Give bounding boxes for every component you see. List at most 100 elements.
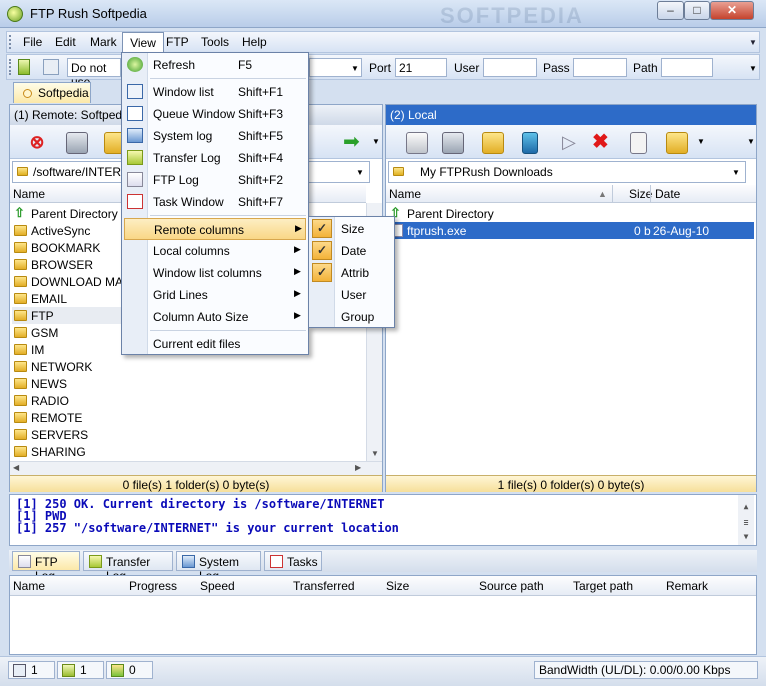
column-divider[interactable] (650, 185, 651, 203)
column-remark[interactable]: Remark (666, 579, 708, 593)
folder-icon (14, 225, 27, 236)
table-row[interactable]: ftprush.exe 0 b 26-Aug-10 13:35:02 (388, 222, 754, 252)
menu-item-current-edit-files[interactable]: Current edit files (124, 333, 306, 355)
folder-up-icon[interactable] (482, 132, 504, 154)
list-item[interactable]: SERVERS (12, 426, 364, 443)
play-icon[interactable]: ▷ (562, 132, 584, 154)
column-transferred[interactable]: Transferred (293, 579, 355, 593)
chevron-down-icon[interactable]: ▼ (372, 137, 380, 146)
menu-item-remote-columns[interactable]: Remote columns ▶ (124, 218, 306, 240)
list-item[interactable]: NEWS (12, 375, 364, 392)
ftp-log-output[interactable]: [1] 250 OK. Current directory is /softwa… (9, 494, 757, 546)
tab-ftp-log[interactable]: FTP Log (12, 551, 80, 583)
column-size[interactable]: Size (386, 579, 409, 593)
chevron-down-icon[interactable]: ▼ (697, 137, 705, 146)
log-scrollbar[interactable]: ▲ ≡ ▼ (738, 495, 754, 545)
menu-view[interactable]: View (122, 32, 164, 53)
server-icon[interactable] (66, 132, 88, 154)
scroll-thumb-icon[interactable]: ≡ (738, 517, 754, 529)
submenu-item-size[interactable]: ✓ Size (311, 218, 393, 240)
maximize-button[interactable]: □ (684, 1, 710, 20)
menu-item-queue-window[interactable]: Queue Window Shift+F3 (124, 103, 306, 125)
menu-item-system-log[interactable]: System log Shift+F5 (124, 125, 306, 147)
grip-handle[interactable] (9, 59, 12, 75)
menu-item-grid-lines[interactable]: Grid Lines ▶ (124, 284, 306, 306)
menu-mark[interactable]: Mark (90, 35, 117, 49)
port-input[interactable]: 21 (395, 58, 447, 77)
refresh-icon (127, 57, 143, 72)
copy-icon[interactable] (630, 132, 647, 154)
tab-softpedia[interactable]: Softpedia (13, 82, 91, 103)
list-item[interactable]: REMOTE (12, 409, 364, 426)
menu-item-window-list[interactable]: Window list Shift+F1 (124, 81, 306, 103)
menu-item-task-window[interactable]: Task Window Shift+F7 (124, 191, 306, 213)
item-name: Parent Directory (407, 207, 494, 221)
menu-tools[interactable]: Tools (201, 35, 229, 49)
close-button[interactable]: ✕ (710, 1, 754, 20)
minimize-button[interactable]: – (657, 1, 684, 20)
submenu-item-date[interactable]: ✓ Date (311, 240, 393, 262)
submenu-item-attrib[interactable]: ✓ Attrib (311, 262, 393, 284)
scroll-right-icon[interactable]: ▶ (355, 463, 361, 472)
scroll-down-icon[interactable]: ▼ (738, 531, 754, 543)
chevron-down-icon[interactable]: ▼ (351, 64, 359, 73)
tab-transfer-log[interactable]: Transfer Log (83, 551, 173, 583)
list-item[interactable]: SHARING (12, 443, 364, 460)
grip-handle[interactable] (9, 35, 12, 49)
menu-item-window-list-columns[interactable]: Window list columns ▶ (124, 262, 306, 284)
column-date[interactable]: Date (655, 187, 680, 201)
folder-icon (14, 259, 27, 270)
connect-icon[interactable] (18, 59, 30, 75)
transfer-arrow-icon[interactable]: ➡ (343, 132, 365, 154)
folder-check-icon[interactable] (666, 132, 688, 154)
scroll-left-icon[interactable]: ◀ (13, 463, 19, 472)
column-size[interactable]: Size (629, 187, 652, 201)
user-input[interactable] (483, 58, 537, 77)
chevron-down-icon[interactable]: ▼ (747, 137, 755, 146)
tab-system-log[interactable]: System Log (176, 551, 261, 583)
list-item[interactable]: ⇧ Parent Directory (388, 205, 754, 222)
local-toolbar: ▷ ✖ ▼ ▼ (386, 125, 756, 159)
proxy-select[interactable]: Do not use (67, 58, 121, 89)
scroll-down-icon[interactable]: ▼ (371, 449, 379, 458)
menu-ftp[interactable]: FTP (166, 35, 189, 49)
submenu-item-group[interactable]: Group (311, 306, 393, 328)
computer-icon[interactable] (442, 132, 464, 154)
path-input[interactable] (661, 58, 713, 77)
column-speed[interactable]: Speed (200, 579, 235, 593)
menu-file[interactable]: File (23, 35, 42, 49)
list-item[interactable]: NETWORK (12, 358, 364, 375)
submenu-item-user[interactable]: User (311, 284, 393, 306)
pass-input[interactable] (573, 58, 627, 77)
chevron-down-icon[interactable]: ▼ (749, 38, 757, 47)
column-name[interactable]: Name (13, 187, 45, 201)
system-log-icon (127, 128, 143, 143)
menu-item-column-auto-size[interactable]: Column Auto Size ▶ (124, 306, 306, 328)
remote-hscrollbar[interactable]: ◀ ▶ (10, 461, 382, 475)
menu-edit[interactable]: Edit (55, 35, 76, 49)
site-manager-icon[interactable] (43, 59, 59, 75)
menu-item-local-columns[interactable]: Local columns ▶ (124, 240, 306, 262)
local-panel-header[interactable]: (2) Local (386, 105, 756, 125)
stop-icon[interactable]: ✖ (592, 132, 614, 154)
column-target-path[interactable]: Target path (573, 579, 633, 593)
local-path-select[interactable]: My FTPRush Downloads ▼ (388, 161, 746, 183)
menu-help[interactable]: Help (242, 35, 267, 49)
column-progress[interactable]: Progress (129, 579, 177, 593)
menu-item-transfer-log[interactable]: Transfer Log Shift+F4 (124, 147, 306, 169)
column-divider[interactable] (612, 185, 613, 203)
disconnect-icon[interactable]: ⊗ (26, 132, 48, 154)
column-name[interactable]: Name (389, 187, 421, 201)
column-source-path[interactable]: Source path (479, 579, 544, 593)
column-name[interactable]: Name (13, 579, 45, 593)
menu-item-refresh[interactable]: Refresh F5 (124, 54, 306, 76)
tab-tasks[interactable]: Tasks (264, 551, 322, 571)
task-table[interactable]: Name Progress Speed Transferred Size Sou… (9, 575, 757, 655)
list-item[interactable]: RADIO (12, 392, 364, 409)
menu-item-ftp-log[interactable]: FTP Log Shift+F2 (124, 169, 306, 191)
bookmark-icon[interactable] (522, 132, 538, 154)
chevron-down-icon[interactable]: ▼ (749, 64, 757, 73)
scroll-up-icon[interactable]: ▲ (738, 501, 754, 513)
transfer-log-icon (89, 555, 102, 568)
drive-icon[interactable] (406, 132, 428, 154)
